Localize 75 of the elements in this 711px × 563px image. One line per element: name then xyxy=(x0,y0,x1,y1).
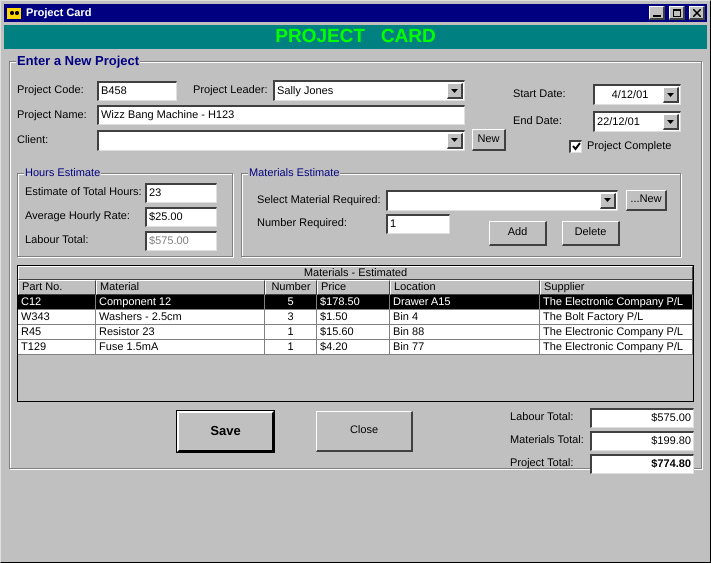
dropdown-button[interactable] xyxy=(663,87,679,103)
field-label: Number Required: xyxy=(257,216,348,230)
client-dropdown[interactable] xyxy=(97,130,465,150)
field-label: Project Code: xyxy=(17,83,85,98)
dialog-button[interactable]: Save xyxy=(177,410,274,452)
input-field[interactable]: B458 xyxy=(97,80,177,100)
caret-icon xyxy=(451,138,458,142)
table-cell: $4.20 xyxy=(317,340,390,354)
close-icon xyxy=(692,8,700,16)
checkbox[interactable] xyxy=(569,140,582,153)
field-label: Client: xyxy=(17,132,50,148)
new-material-button[interactable]: ...New xyxy=(626,190,667,210)
field-label: Project Total: xyxy=(510,456,574,472)
leader-dropdown[interactable]: Sally Jones xyxy=(273,80,465,101)
close-button[interactable] xyxy=(689,6,705,20)
field-label: Project Name: xyxy=(17,108,88,123)
checkbox-label: Project Complete xyxy=(587,139,672,154)
caret-icon xyxy=(667,120,674,124)
group-title: Hours Estimate xyxy=(24,166,102,180)
field-label: Project Leader: xyxy=(193,83,269,98)
checkmark-icon xyxy=(572,142,580,152)
column-header[interactable]: Number xyxy=(265,280,317,294)
field-label: End Date: xyxy=(513,114,563,130)
table-cell: Fuse 1.5mA xyxy=(96,340,265,354)
caret-icon xyxy=(604,198,611,202)
field-label: Start Date: xyxy=(513,87,567,102)
input-field[interactable]: $575.00 xyxy=(590,408,694,428)
dropdown-button[interactable] xyxy=(600,192,616,208)
column-header[interactable]: Part No. xyxy=(18,280,96,294)
minimize-button[interactable] xyxy=(649,6,665,20)
group-title: Materials Estimate xyxy=(248,166,340,180)
field-label: Estimate of Total Hours: xyxy=(25,185,143,200)
caret-icon xyxy=(451,88,458,92)
input-field[interactable]: $199.80 xyxy=(590,430,694,450)
dropdown-button[interactable] xyxy=(447,132,463,148)
caret-icon xyxy=(667,92,674,96)
input-field[interactable]: $774.80 xyxy=(590,454,694,474)
table-row[interactable]: T129 Fuse 1.5mA 1 $4.20 Bin 77 The Electronic Company P/L xyxy=(18,340,693,354)
table-row[interactable]: W343 Washers - 2.5cm 3 $1.50 Bin 4 The Bolt Factory P/L xyxy=(18,310,693,324)
table-row[interactable]: R45 Resistor 23 1 $15.60 Bin 88 The Electronic Company P/L xyxy=(18,324,693,340)
banner-title: PROJECT CARD xyxy=(275,24,436,49)
input-field[interactable]: Wizz Bang Machine - H123 xyxy=(97,105,465,125)
app-icon xyxy=(6,6,22,20)
dropdown-button[interactable] xyxy=(447,83,463,99)
input-field[interactable]: 1 xyxy=(386,214,450,234)
field-label: Average Hourly Rate: xyxy=(25,209,131,224)
field-label: Select Material Required: xyxy=(257,192,382,208)
material-dropdown[interactable] xyxy=(386,190,618,210)
window-title: Project Card xyxy=(26,6,92,21)
column-header[interactable]: Location xyxy=(390,280,540,294)
table-cell: 1 xyxy=(265,340,317,354)
date-dropdown[interactable]: 22/12/01 xyxy=(593,111,681,132)
input-field[interactable]: $25.00 xyxy=(145,206,217,226)
maximize-button[interactable] xyxy=(669,6,685,20)
table-cell: T129 xyxy=(18,340,96,354)
field-label: Labour Total: xyxy=(25,233,90,248)
table-cell: The Electronic Company P/L xyxy=(540,340,693,354)
field-label: Labour Total: xyxy=(510,410,574,426)
action-button[interactable]: Add xyxy=(489,220,547,246)
dropdown-button[interactable] xyxy=(663,114,679,130)
table-cell: Bin 77 xyxy=(390,340,540,354)
column-header[interactable]: Price xyxy=(317,280,390,294)
date-dropdown[interactable]: 4/12/01 xyxy=(593,84,681,105)
column-header[interactable]: Supplier xyxy=(540,280,693,294)
table-row[interactable]: C12 Component 12 5 $178.50 Drawer A15 The Electronic Company P/L xyxy=(18,294,693,310)
action-button[interactable]: Delete xyxy=(562,220,620,246)
field-label: Materials Total: xyxy=(510,433,585,448)
group-title: Enter a New Project xyxy=(16,54,140,69)
minimize-icon xyxy=(652,14,660,16)
maximize-icon xyxy=(672,8,680,16)
dialog-button[interactable]: Close xyxy=(316,410,413,452)
table-title: Materials - Estimated xyxy=(18,266,693,280)
new-button[interactable]: New xyxy=(472,129,506,151)
column-header[interactable]: Material xyxy=(96,280,265,294)
input-field[interactable]: 23 xyxy=(145,182,217,202)
